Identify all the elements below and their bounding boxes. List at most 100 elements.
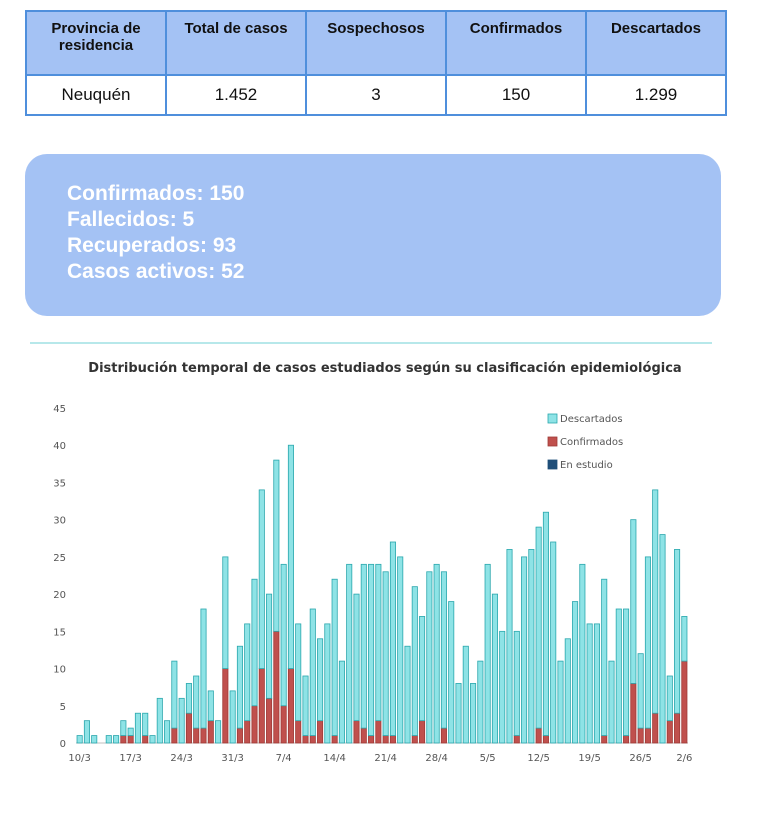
cell-total: 1.452 [165, 74, 307, 116]
bar-descartados [273, 459, 280, 632]
header-descartados: Descartados [585, 10, 727, 76]
bar-confirmados [411, 735, 418, 744]
bar-confirmados [317, 720, 324, 744]
x-tick-label: 26/5 [629, 753, 651, 764]
bar-descartados [280, 563, 287, 707]
bar-descartados [433, 563, 440, 744]
bar-confirmados [652, 712, 659, 744]
bar-descartados [76, 735, 83, 744]
bar-descartados [448, 601, 455, 744]
bar-descartados [462, 645, 469, 744]
x-tick-label: 2/6 [676, 753, 692, 764]
y-tick-label: 45 [53, 404, 66, 415]
bar-descartados [215, 720, 222, 744]
bar-descartados [222, 556, 229, 669]
bar-descartados [601, 578, 608, 736]
bar-confirmados [535, 727, 542, 744]
bar-confirmados [382, 735, 389, 744]
bar-descartados [258, 489, 265, 669]
bar-descartados [156, 697, 163, 744]
x-tick-label: 14/4 [323, 753, 345, 764]
x-tick-label: 17/3 [119, 753, 141, 764]
bar-descartados [397, 556, 404, 744]
bar-descartados [513, 630, 520, 736]
bar-descartados [477, 660, 484, 744]
bar-confirmados [244, 720, 251, 744]
bar-descartados [491, 593, 498, 744]
x-tick-label: 5/5 [480, 753, 496, 764]
x-tick-label: 21/4 [374, 753, 396, 764]
bar-confirmados [222, 668, 229, 744]
bar-descartados [229, 690, 236, 744]
cell-confirmados: 150 [445, 74, 587, 116]
x-tick-label: 10/3 [68, 753, 90, 764]
bar-confirmados [193, 727, 200, 744]
bar-descartados [593, 623, 600, 744]
bar-confirmados [142, 735, 149, 744]
bar-descartados [295, 623, 302, 722]
bar-confirmados [251, 705, 258, 744]
bar-descartados [142, 712, 149, 736]
bar-descartados [542, 511, 549, 736]
bar-descartados [266, 593, 273, 699]
bar-descartados [178, 697, 185, 744]
bar-confirmados [200, 727, 207, 744]
bar-descartados [659, 534, 666, 744]
bar-descartados [91, 735, 98, 744]
bar-descartados [499, 630, 506, 744]
y-tick-label: 0 [60, 739, 66, 750]
bar-descartados [368, 563, 375, 736]
y-tick-label: 5 [60, 702, 66, 713]
bar-descartados [244, 623, 251, 722]
bar-confirmados [258, 668, 265, 744]
bar-confirmados [171, 727, 178, 744]
table-row: Neuquén 1.452 3 150 1.299 [25, 74, 727, 116]
bar-confirmados [120, 735, 127, 744]
bar-confirmados [389, 735, 396, 744]
bar-descartados [615, 608, 622, 744]
bar-descartados [287, 444, 294, 669]
bar-descartados [652, 489, 659, 714]
section-divider [30, 342, 712, 344]
bar-descartados [419, 616, 426, 722]
x-tick-label: 24/3 [170, 753, 192, 764]
bar-descartados [608, 660, 615, 744]
bar-descartados [171, 660, 178, 729]
bar-descartados [470, 683, 477, 744]
cell-descartados: 1.299 [585, 74, 727, 116]
y-tick-label: 35 [53, 478, 66, 489]
x-tick-label: 7/4 [276, 753, 292, 764]
bar-descartados [404, 645, 411, 744]
bar-descartados [579, 563, 586, 744]
bar-descartados [528, 549, 535, 744]
bar-descartados [338, 660, 345, 744]
bar-confirmados [273, 630, 280, 744]
bar-confirmados [331, 735, 338, 744]
bar-descartados [360, 563, 367, 729]
bar-descartados [127, 727, 134, 736]
bar-confirmados [287, 668, 294, 744]
bar-descartados [440, 571, 447, 729]
bar-descartados [572, 601, 579, 744]
bar-confirmados [623, 735, 630, 744]
bar-descartados [586, 623, 593, 744]
y-tick-label: 25 [53, 553, 66, 564]
bar-confirmados [440, 727, 447, 744]
bar-descartados [185, 683, 192, 714]
bar-descartados [389, 541, 396, 736]
bar-confirmados [302, 735, 309, 744]
bar-descartados [105, 735, 112, 744]
bar-descartados [346, 563, 353, 744]
bar-descartados [302, 675, 309, 736]
bar-confirmados [674, 712, 681, 744]
bar-confirmados [236, 727, 243, 744]
bar-confirmados [630, 683, 637, 744]
bar-descartados [149, 735, 156, 744]
bar-confirmados [309, 735, 316, 744]
x-tick-label: 28/4 [425, 753, 447, 764]
legend-swatch [547, 413, 558, 424]
bar-descartados [637, 653, 644, 729]
bar-confirmados [185, 712, 192, 744]
header-total: Total de casos [165, 10, 307, 76]
y-tick-label: 10 [53, 665, 66, 676]
